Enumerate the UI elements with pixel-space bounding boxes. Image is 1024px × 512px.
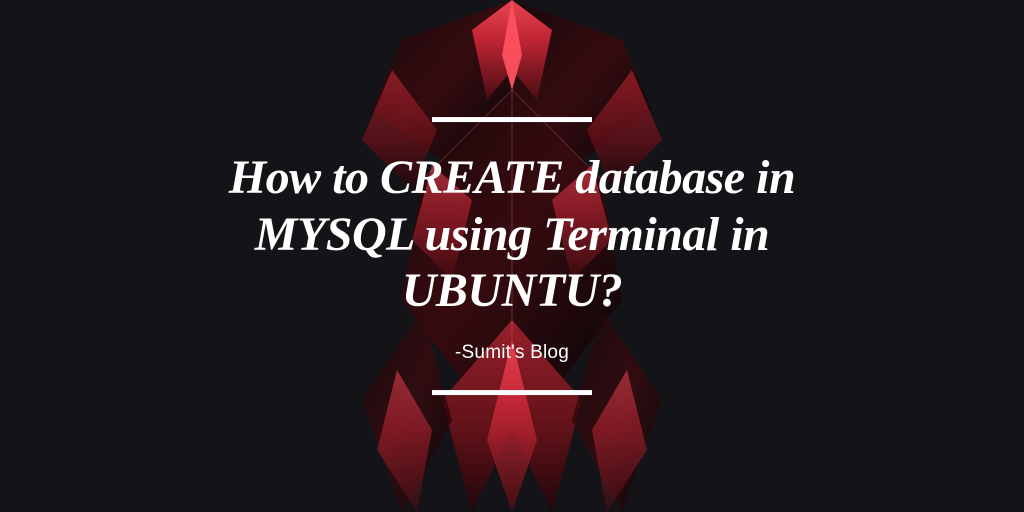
banner-title: How to CREATE database in MYSQL using Te… — [152, 150, 872, 320]
banner-author: -Sumit's Blog — [455, 342, 569, 364]
banner-content: How to CREATE database in MYSQL using Te… — [152, 117, 872, 395]
divider-bottom — [432, 390, 592, 395]
divider-top — [432, 117, 592, 122]
